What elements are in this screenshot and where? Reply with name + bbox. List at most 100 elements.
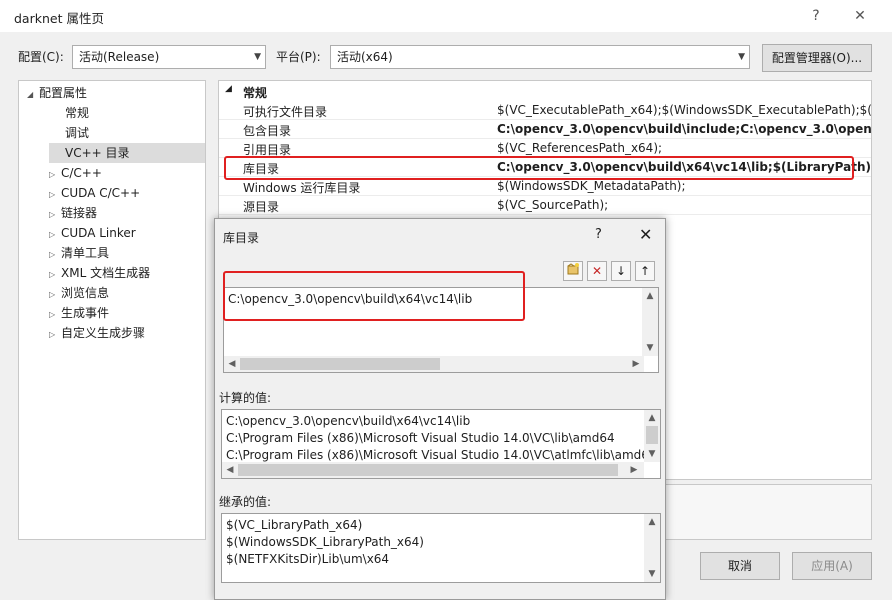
config-select[interactable]: 活动(Release) ▼ — [72, 45, 266, 69]
grid-row-value: $(WindowsSDK_MetadataPath); — [497, 179, 686, 193]
scroll-down-arrow-icon[interactable]: ▼ — [644, 446, 660, 462]
tree-item-label: 自定义生成步骤 — [61, 326, 146, 340]
collapse-triangle-icon[interactable]: ◢ — [27, 85, 39, 105]
inherited-values-label: 继承的值: — [219, 495, 272, 509]
platform-select[interactable]: 活动(x64) ▼ — [330, 45, 750, 69]
collapse-triangle-icon[interactable]: ◢ — [225, 84, 232, 94]
tree-item-label: CUDA Linker — [61, 226, 136, 240]
grid-row-source-dirs[interactable]: 源目录 $(VC_SourcePath); — [219, 196, 871, 215]
list-item: $(NETFXKitsDir)Lib\um\x64 — [226, 552, 390, 566]
expand-triangle-icon[interactable]: ▷ — [49, 265, 61, 285]
tree-item-cuda-linker[interactable]: ▷ CUDA Linker — [49, 223, 136, 243]
highlight-annotation — [223, 271, 525, 321]
config-value: 活动(Release) — [79, 50, 160, 64]
window-title: darknet 属性页 — [14, 11, 104, 26]
tree-root-label: 配置属性 — [39, 86, 88, 100]
vertical-scrollbar[interactable]: ▲ ▼ — [644, 514, 660, 582]
tree-item-general[interactable]: 常规 — [65, 103, 89, 123]
arrow-down-icon[interactable]: ↓ — [611, 261, 631, 281]
tree-root[interactable]: ◢ 配置属性 — [27, 83, 87, 103]
grid-row-executable-dirs[interactable]: 可执行文件目录 $(VC_ExecutablePath_x64);$(Windo… — [219, 101, 872, 120]
expand-triangle-icon[interactable]: ▷ — [49, 225, 61, 245]
tree-item-manifest[interactable]: ▷ 清单工具 — [49, 243, 109, 263]
expand-triangle-icon[interactable]: ▷ — [49, 325, 61, 345]
chevron-down-icon: ▼ — [738, 52, 745, 62]
tree-item-label: 生成事件 — [61, 306, 110, 320]
expand-triangle-icon[interactable]: ▷ — [49, 305, 61, 325]
grid-category[interactable]: ◢ 常规 — [219, 81, 871, 101]
scroll-up-arrow-icon[interactable]: ▲ — [644, 514, 660, 530]
grid-row-name: 包含目录 — [243, 124, 292, 138]
config-manager-button[interactable]: 配置管理器(O)... — [762, 44, 872, 72]
computed-values-label: 计算的值: — [219, 391, 272, 405]
property-tree: ◢ 配置属性 常规 调试 VC++ 目录 ▷ C/C++ ▷ CUDA C/C++ ▷… — [18, 80, 206, 540]
tree-item-label: CUDA C/C++ — [61, 186, 141, 200]
list-item: C:\opencv_3.0\opencv\build\x64\vc14\lib — [226, 414, 471, 428]
expand-triangle-icon[interactable]: ▷ — [49, 285, 61, 305]
tree-item-debugging[interactable]: 调试 — [65, 123, 89, 143]
tree-item-build-events[interactable]: ▷ 生成事件 — [49, 303, 109, 323]
scroll-up-arrow-icon[interactable]: ▲ — [642, 288, 658, 304]
tree-item-cpp[interactable]: ▷ C/C++ — [49, 163, 102, 183]
platform-label: 平台(P): — [276, 50, 321, 64]
tree-item-label: 浏览信息 — [61, 286, 110, 300]
scroll-thumb[interactable] — [646, 426, 658, 444]
close-button[interactable]: ✕ — [850, 6, 870, 26]
scroll-thumb[interactable] — [240, 358, 440, 370]
horizontal-scrollbar[interactable]: ◀ ▶ — [222, 462, 644, 478]
list-item: $(WindowsSDK_LibraryPath_x64) — [226, 535, 424, 549]
library-dirs-dialog: 库目录 ? ✕ ✕ ↓ ↑ C:\opencv_3.0\opencv\build… — [214, 218, 666, 600]
scroll-up-arrow-icon[interactable]: ▲ — [644, 410, 660, 426]
scroll-right-arrow-icon[interactable]: ▶ — [628, 356, 644, 372]
cancel-button[interactable]: 取消 — [700, 552, 780, 580]
scroll-down-arrow-icon[interactable]: ▼ — [642, 340, 658, 356]
tree-item-browse-info[interactable]: ▷ 浏览信息 — [49, 283, 109, 303]
grid-row-value: $(VC_SourcePath); — [497, 198, 609, 212]
list-item: $(VC_LibraryPath_x64) — [226, 518, 363, 532]
category-label: 常规 — [243, 86, 268, 100]
highlight-annotation — [224, 156, 854, 180]
platform-value: 活动(x64) — [337, 50, 393, 64]
list-item: C:\Program Files (x86)\Microsoft Visual … — [226, 448, 649, 462]
horizontal-scrollbar[interactable]: ◀ ▶ — [224, 356, 644, 372]
expand-triangle-icon[interactable]: ▷ — [49, 245, 61, 265]
tree-item-xml-doc[interactable]: ▷ XML 文档生成器 — [49, 263, 150, 283]
apply-button[interactable]: 应用(A) — [792, 552, 872, 580]
expand-triangle-icon[interactable]: ▷ — [49, 165, 61, 185]
scroll-down-arrow-icon[interactable]: ▼ — [644, 566, 660, 582]
config-label: 配置(C): — [18, 50, 64, 64]
dialog-help-button[interactable]: ? — [595, 227, 602, 242]
grid-row-name: 源目录 — [243, 200, 280, 214]
scroll-thumb[interactable] — [238, 464, 618, 476]
grid-row-name: 可执行文件目录 — [243, 105, 328, 119]
tree-item-cuda-cpp[interactable]: ▷ CUDA C/C++ — [49, 183, 140, 203]
tree-item-label: 清单工具 — [61, 246, 110, 260]
grid-row-value: C:\opencv_3.0\opencv\build\include;C:\op… — [497, 122, 872, 136]
scroll-left-arrow-icon[interactable]: ◀ — [224, 356, 240, 372]
computed-values-list: C:\opencv_3.0\opencv\build\x64\vc14\lib … — [221, 409, 661, 479]
tree-item-custom-build[interactable]: ▷ 自定义生成步骤 — [49, 323, 145, 343]
tree-item-label: 链接器 — [61, 206, 98, 220]
delete-icon[interactable]: ✕ — [587, 261, 607, 281]
grid-row-value: $(VC_ExecutablePath_x64);$(WindowsSDK_Ex… — [497, 103, 872, 117]
chevron-down-icon: ▼ — [254, 52, 261, 62]
vertical-scrollbar[interactable]: ▲ ▼ — [642, 288, 658, 356]
new-line-icon[interactable] — [563, 261, 583, 281]
tree-item-linker[interactable]: ▷ 链接器 — [49, 203, 97, 223]
inherited-values-list: $(VC_LibraryPath_x64) $(WindowsSDK_Libra… — [221, 513, 661, 583]
grid-row-include-dirs[interactable]: 包含目录 C:\opencv_3.0\opencv\build\include;… — [219, 120, 872, 139]
arrow-up-icon[interactable]: ↑ — [635, 261, 655, 281]
list-item: C:\Program Files (x86)\Microsoft Visual … — [226, 431, 615, 445]
scroll-left-arrow-icon[interactable]: ◀ — [222, 462, 238, 478]
tree-item-vc-directories[interactable]: VC++ 目录 — [49, 143, 205, 163]
expand-triangle-icon[interactable]: ▷ — [49, 185, 61, 205]
expand-triangle-icon[interactable]: ▷ — [49, 205, 61, 225]
scroll-right-arrow-icon[interactable]: ▶ — [626, 462, 642, 478]
vertical-scrollbar[interactable]: ▲ ▼ — [644, 410, 660, 462]
dialog-close-button[interactable]: ✕ — [639, 225, 652, 244]
dialog-title: 库目录 — [223, 231, 260, 245]
tree-item-label: C/C++ — [61, 166, 102, 180]
grid-row-name: Windows 运行库目录 — [243, 181, 361, 195]
help-button[interactable]: ? — [806, 6, 826, 26]
tree-item-label: XML 文档生成器 — [61, 266, 151, 280]
